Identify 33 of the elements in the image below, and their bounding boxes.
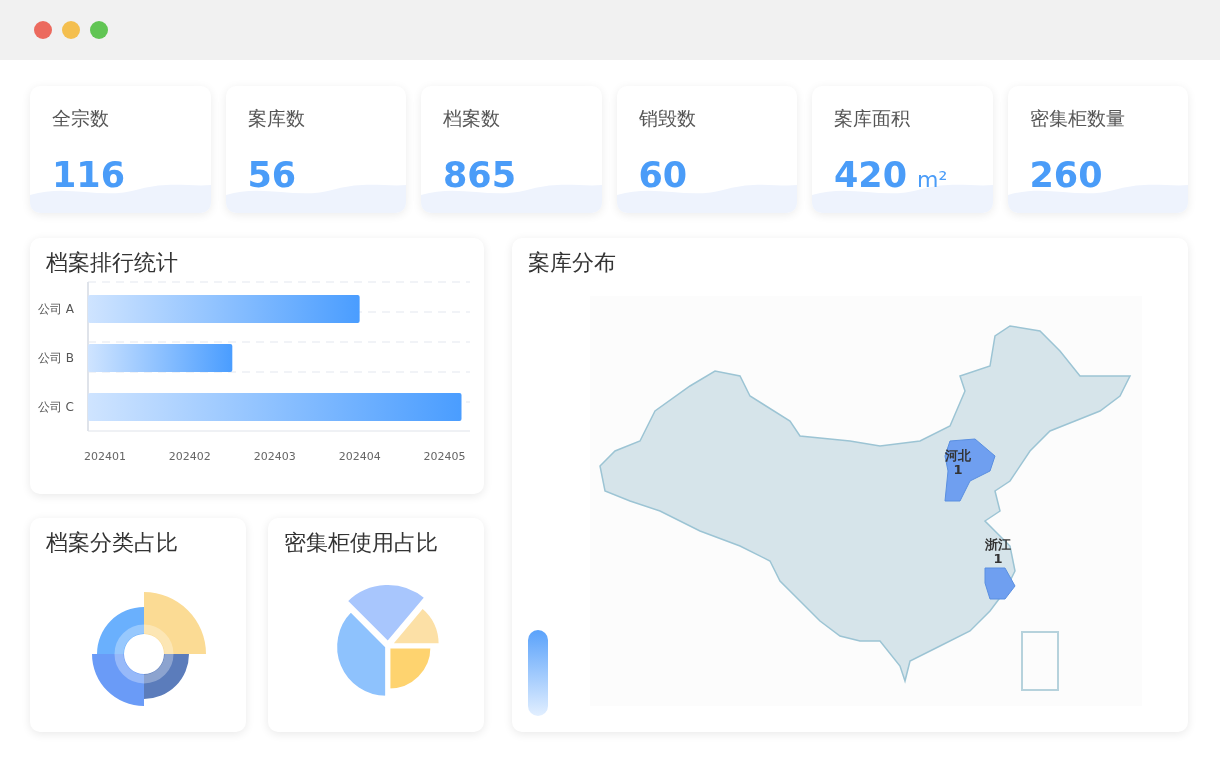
window-control-button[interactable] [34,21,52,39]
stat-value: 116 [52,158,126,193]
window-control-button[interactable] [62,21,80,39]
stat-label: 案库面积 [834,106,910,131]
axis-tick-label: 202401 [84,450,126,463]
axis-tick-label: 202404 [338,450,381,463]
stat-label: 全宗数 [52,106,109,131]
window-control-button[interactable] [90,21,108,39]
category-label: 公司 B [37,351,74,365]
highlighted-region [984,567,1016,600]
region-label: 浙江 1 [984,538,1012,566]
stat-label: 档案数 [443,106,500,131]
highlighted-region [944,438,996,502]
stat-value: 420 [834,158,908,193]
axis-tick-label: 202403 [253,450,296,463]
stat-value: 56 [247,158,297,193]
stat-label: 销毁数 [638,106,696,131]
stat-label: 密集柜数量 [1029,106,1125,131]
island-inset-frame [1021,631,1059,691]
panel-title: 密集柜使用占比 [284,529,438,557]
category-label: 公司 A [37,302,74,316]
region-label: 河北 1 [944,449,972,477]
panel-title: 档案分类占比 [46,529,178,557]
axis-tick-label: 202405 [423,450,466,463]
panel-title: 档案排行统计 [46,249,178,277]
stat-label: 案库数 [247,106,305,131]
stat-value: 260 [1029,158,1103,193]
stat-unit: m² [917,167,948,192]
category-label: 公司 C [37,400,74,414]
stat-value: 60 [638,158,688,193]
axis-tick-label: 202402 [168,450,211,463]
stat-value: 865 [443,158,517,193]
panel-title: 案库分布 [528,249,616,277]
